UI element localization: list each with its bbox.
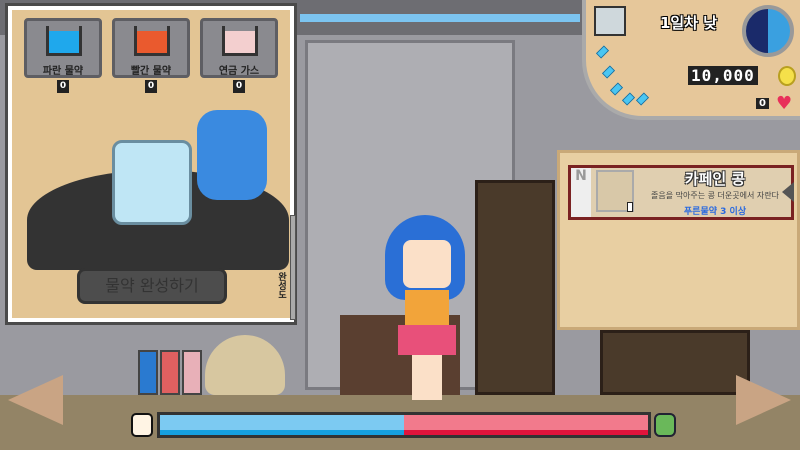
beaker-icon xyxy=(134,26,170,56)
day-night-clock-icon xyxy=(742,5,794,57)
ingredient-label: 파란 물약 xyxy=(42,66,84,77)
ingredient-slot-red[interactable]: 빨간 물약 xyxy=(112,18,190,78)
balance-bar-red xyxy=(404,415,648,435)
item-rank-tab: N xyxy=(571,168,591,217)
progress-label: 완성도 xyxy=(276,272,286,299)
ingredient-count: 0 xyxy=(145,80,157,93)
ingredient-slot-blue[interactable]: 파란 물약 xyxy=(24,18,102,78)
character-legs xyxy=(412,355,442,400)
gem-icon xyxy=(595,45,610,59)
card-arrow-icon[interactable] xyxy=(782,182,794,202)
beaker-icon xyxy=(222,26,258,56)
arrow-left-button[interactable] xyxy=(8,375,63,425)
item-count: I xyxy=(627,202,633,212)
bookshelf-right xyxy=(600,330,750,395)
flask xyxy=(112,140,192,225)
character-face xyxy=(403,240,451,288)
item-description: 졸음을 막아주는 콩 더운곳에서 자란다 xyxy=(651,191,779,200)
ingredient-label: 빨간 물약 xyxy=(130,66,172,77)
gem-icon xyxy=(601,65,616,79)
alembic xyxy=(197,110,267,200)
balance-bar xyxy=(157,412,651,438)
bottle-red xyxy=(160,350,180,395)
item-requirement: 푸른물약 3 이상 xyxy=(683,207,747,217)
item-title: 카페인 콩 xyxy=(684,170,746,188)
ingredient-count: 0 xyxy=(233,80,245,93)
balance-bar-blue xyxy=(160,415,404,435)
ceiling-light xyxy=(300,14,580,22)
heart-icon: ♥ xyxy=(776,93,793,114)
human-face-icon xyxy=(131,413,153,437)
day-label: 1일차 낮 xyxy=(660,14,718,32)
bottle-pink xyxy=(182,350,202,395)
progress-gauge xyxy=(290,215,296,320)
gem-icon xyxy=(635,92,650,106)
alien-face-icon xyxy=(654,413,676,437)
ingredient-count: 0 xyxy=(57,80,69,93)
calendar-icon[interactable] xyxy=(594,6,626,36)
beaker-icon xyxy=(46,26,82,56)
coin-icon xyxy=(778,66,796,86)
arrow-right-button[interactable] xyxy=(736,375,791,425)
bookshelf xyxy=(475,180,555,395)
ingredient-slot-gas[interactable]: 연금 가스 xyxy=(200,18,278,78)
gem-icon xyxy=(621,92,636,106)
character-skirt xyxy=(398,325,456,355)
gem-icon xyxy=(609,82,624,96)
ingredient-label: 연금 가스 xyxy=(218,66,260,77)
bottle-blue xyxy=(138,350,158,395)
alchemy-panel: 파란 물약 0 빨간 물약 0 연금 가스 0 물약 완성하기 완성도 xyxy=(5,3,297,325)
money-counter: 10,000 xyxy=(688,66,758,85)
complete-potion-button[interactable]: 물약 완성하기 xyxy=(77,268,227,304)
heart-counter: 0 xyxy=(756,98,769,109)
character-body xyxy=(405,290,449,330)
